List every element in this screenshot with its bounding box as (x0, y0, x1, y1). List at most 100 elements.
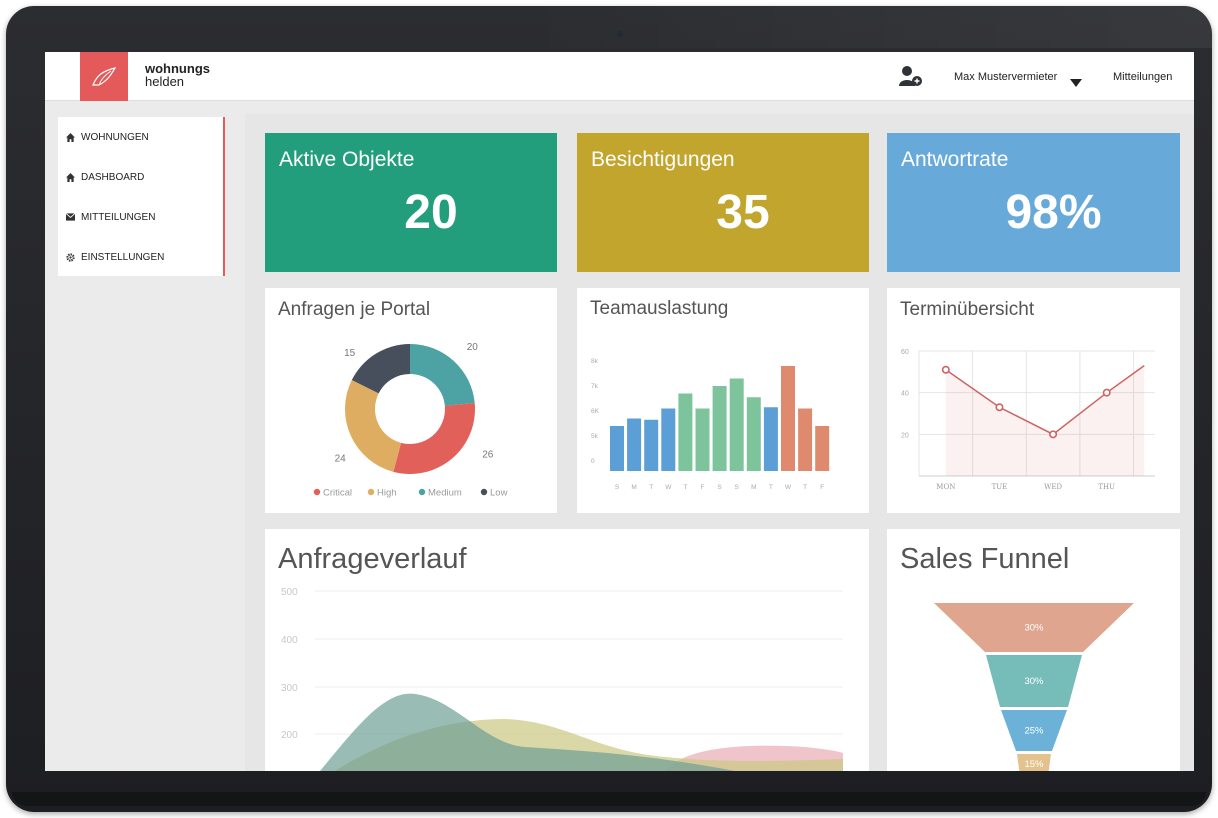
x-tick-label: S (717, 484, 722, 491)
bar (781, 366, 795, 471)
funnel-label: 15% (1024, 759, 1044, 770)
stat-title: Besichtigungen (591, 148, 735, 171)
card-anfrageverlauf: Anfrageverlauf 200 300 400 500 (265, 529, 869, 771)
sidebar-item-label: WOHNUNGEN (81, 131, 149, 143)
stat-title: Aktive Objekte (279, 148, 415, 171)
x-tick-label: F (820, 484, 824, 491)
brand-name[interactable]: wohnungs helden (145, 62, 210, 88)
card-anfragen-je-portal: Anfragen je Portal 20 26 24 15 Critical High M… (265, 288, 557, 513)
line-chart: 20 40 60 MON TUE WED THU (901, 349, 1155, 491)
envelope-icon (66, 213, 75, 221)
x-tick-label: TUE (992, 483, 1008, 491)
bar (678, 393, 693, 471)
card-sales-funnel: Sales Funnel 30% 30% 25% 15% (887, 529, 1180, 771)
sidebar-item-label: MITTEILUNGEN (81, 211, 156, 223)
y-tick-label: 60 (901, 349, 909, 356)
donut-slice (410, 344, 475, 406)
home-icon (66, 132, 75, 142)
x-tick-label: W (665, 484, 672, 491)
donut-value-label: 15 (344, 348, 356, 359)
sidebar-item-mitteilungen[interactable]: MITTEILUNGEN (66, 210, 155, 224)
user-menu[interactable]: Max Mustervermieter (954, 71, 1057, 83)
caret-down-icon[interactable] (1070, 74, 1082, 92)
donut-slice (345, 380, 402, 472)
x-tick-label: T (803, 484, 807, 491)
legend-label: Medium (428, 488, 462, 499)
legend-marker (480, 488, 488, 496)
funnel-label: 25% (1024, 726, 1044, 737)
donut-value-label: 20 (467, 342, 479, 353)
legend-marker (418, 488, 426, 496)
line-point (941, 365, 950, 374)
y-tick-label: 200 (281, 730, 298, 741)
bar (798, 408, 813, 471)
card-teamauslastung: Teamauslastung 0 5k 6K 7k 8k S M T W T F S S M T W T F (577, 288, 869, 513)
y-tick-label: 40 (901, 391, 909, 398)
user-add-icon[interactable] (898, 64, 924, 93)
home-icon (66, 172, 75, 182)
legend-label: Low (490, 488, 508, 499)
bar-chart: 0 5k 6K 7k 8k S M T W T F S S M T W T F (591, 358, 830, 491)
funnel-chart: 30% 30% 25% 15% (934, 603, 1134, 771)
stat-value: 20 (404, 186, 458, 239)
legend-label: Critical (323, 488, 352, 499)
x-tick-label: M (751, 484, 756, 491)
y-tick-label: 6K (591, 408, 600, 415)
donut-value-label: 26 (482, 449, 494, 460)
sidebar-item-einstellungen[interactable]: EINSTELLUNGEN (66, 250, 164, 264)
bird-logo-icon (92, 66, 117, 86)
bar (661, 408, 676, 471)
line-point (1102, 388, 1111, 397)
donut-value-label: 24 (335, 453, 347, 464)
line-point (1049, 430, 1058, 439)
donut-slice (393, 403, 475, 474)
sidebar-item-wohnungen[interactable]: WOHNUNGEN (66, 130, 149, 144)
bar (763, 407, 778, 471)
sidebar-item-label: DASHBOARD (81, 171, 145, 183)
bar (627, 418, 642, 471)
stat-tile-aktive-objekte[interactable]: Aktive Objekte 20 (265, 133, 557, 272)
y-tick-label: 0 (591, 458, 595, 465)
y-tick-label: 300 (281, 683, 298, 694)
bar (695, 408, 710, 471)
bar (712, 386, 727, 471)
card-terminuebersicht: Terminübersicht 20 40 60 MON TUE WED THU (887, 288, 1180, 513)
legend-marker (313, 488, 321, 496)
y-tick-label: 400 (281, 635, 298, 646)
laptop-chin (12, 792, 1206, 806)
funnel-label: 30% (1024, 676, 1044, 687)
y-tick-label: 8k (591, 358, 599, 365)
sidebar-item-dashboard[interactable]: DASHBOARD (66, 170, 144, 184)
stat-title: Antwortrate (901, 148, 1009, 171)
sidebar-item-label: EINSTELLUNGEN (81, 251, 165, 263)
stat-value: 98% (1005, 186, 1102, 239)
x-tick-label: T (649, 484, 653, 491)
x-tick-label: THU (1098, 483, 1115, 491)
camera (617, 31, 623, 37)
x-tick-label: MON (936, 483, 955, 491)
x-tick-label: M (631, 484, 636, 491)
x-tick-label: T (683, 484, 687, 491)
x-tick-label: S (615, 484, 620, 491)
laptop-glare (520, 6, 1212, 48)
stat-tile-besichtigungen[interactable]: Besichtigungen 35 (577, 133, 869, 272)
messages-link[interactable]: Mitteilungen (1113, 71, 1172, 83)
area-chart: 200 300 400 500 (281, 587, 843, 771)
donut-chart: 20 26 24 15 Critical High Medium Low (313, 342, 508, 499)
x-tick-label: W (785, 484, 792, 491)
logo[interactable] (80, 52, 128, 101)
stat-tile-antwortrate[interactable]: Antwortrate 98% (887, 133, 1180, 272)
top-bar: wohnungs helden Max Mustervermieter Mitt… (45, 52, 1194, 101)
stat-value: 35 (716, 186, 770, 239)
x-tick-label: T (769, 484, 773, 491)
x-tick-label: F (701, 484, 705, 491)
gear-icon (66, 252, 75, 262)
bar (610, 426, 624, 471)
bar (729, 378, 744, 471)
y-tick-label: 500 (281, 587, 298, 598)
x-tick-label: S (735, 484, 740, 491)
y-tick-label: 20 (901, 432, 909, 439)
legend-label: High (377, 488, 397, 499)
legend-marker (367, 488, 375, 496)
funnel-label: 30% (1024, 623, 1044, 634)
